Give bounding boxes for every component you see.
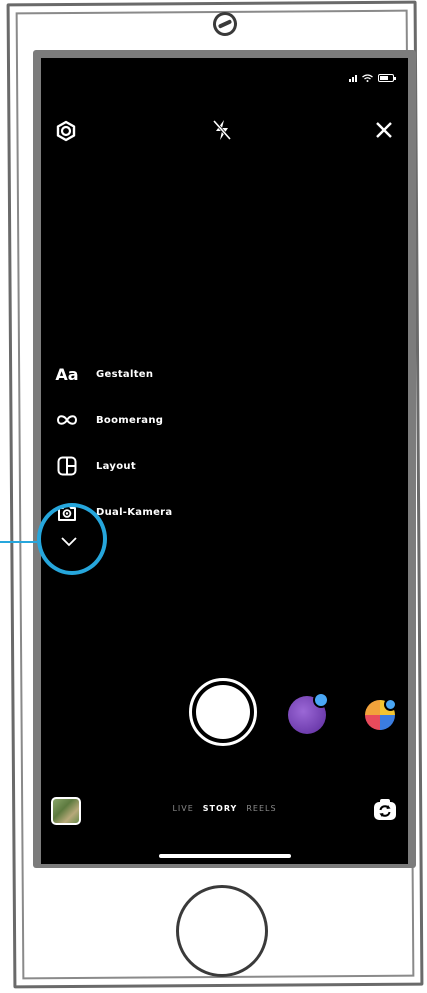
- mode-live[interactable]: LIVE: [172, 804, 193, 813]
- layout-icon: [55, 454, 79, 478]
- camera-screen: Aa Gestalten Boomerang Layout Dual-Kamer…: [41, 58, 408, 864]
- home-indicator: [159, 854, 291, 858]
- tool-layout[interactable]: Layout: [55, 443, 172, 489]
- mode-story[interactable]: STORY: [203, 804, 238, 813]
- tool-label: Gestalten: [96, 368, 154, 380]
- flip-camera-icon[interactable]: [372, 797, 398, 823]
- effect-badge: [384, 698, 397, 711]
- shutter-button[interactable]: [189, 678, 257, 746]
- close-icon[interactable]: [374, 120, 394, 140]
- infinity-icon: [55, 408, 79, 432]
- tool-label: Boomerang: [96, 414, 164, 426]
- home-button: [176, 885, 268, 977]
- tool-gestalten[interactable]: Aa Gestalten: [55, 351, 172, 397]
- battery-icon: [378, 74, 396, 82]
- aa-text-icon: Aa: [55, 364, 79, 384]
- mode-selector: LIVE STORY REELS: [41, 804, 408, 813]
- effect-thumbnail-1[interactable]: [288, 692, 329, 734]
- tool-label: Dual-Kamera: [96, 506, 173, 518]
- settings-icon[interactable]: [55, 120, 77, 142]
- signal-icon: [349, 74, 357, 82]
- mode-reels[interactable]: REELS: [246, 804, 276, 813]
- status-bar: [349, 74, 396, 82]
- tool-boomerang[interactable]: Boomerang: [55, 397, 172, 443]
- flash-off-icon[interactable]: [211, 118, 233, 142]
- highlight-circle: [37, 503, 107, 575]
- tool-label: Layout: [96, 460, 136, 472]
- highlight-pointer-line: [0, 541, 37, 543]
- wifi-icon: [362, 74, 373, 82]
